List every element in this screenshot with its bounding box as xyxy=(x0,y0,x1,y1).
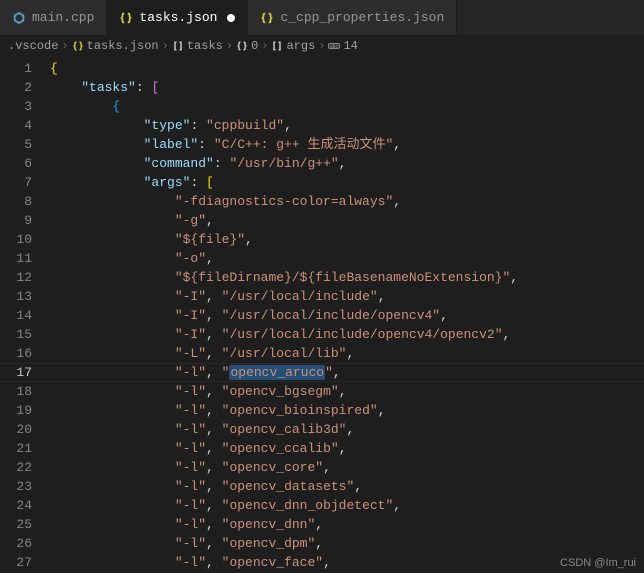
line-number: 25 xyxy=(0,515,32,534)
tab-label: main.cpp xyxy=(32,10,94,25)
code-line[interactable]: "-g", xyxy=(50,211,644,230)
code-line[interactable]: "-I", "/usr/local/include/opencv4", xyxy=(50,306,644,325)
tab-label: tasks.json xyxy=(139,10,217,25)
code-line[interactable]: { xyxy=(50,59,644,78)
watermark: CSDN @Im_rui xyxy=(560,557,636,569)
line-number: 26 xyxy=(0,534,32,553)
chevron-right-icon: › xyxy=(226,39,233,53)
line-number: 17 xyxy=(0,363,32,382)
braces-icon xyxy=(236,40,248,52)
line-number: 10 xyxy=(0,230,32,249)
code-line[interactable]: "-l", "opencv_calib3d", xyxy=(50,420,644,439)
code-line[interactable]: "-I", "/usr/local/include", xyxy=(50,287,644,306)
code-line[interactable]: "-o", xyxy=(50,249,644,268)
code-area[interactable]: { "tasks": [ { "type": "cppbuild", "labe… xyxy=(50,57,644,573)
tab-main-cpp[interactable]: main.cpp xyxy=(0,0,107,35)
line-number: 24 xyxy=(0,496,32,515)
svg-text:abc: abc xyxy=(330,44,338,50)
code-line[interactable]: "-I", "/usr/local/include/opencv4/opencv… xyxy=(50,325,644,344)
breadcrumb-part[interactable]: args xyxy=(286,39,315,53)
chevron-right-icon: › xyxy=(318,39,325,53)
line-number: 20 xyxy=(0,420,32,439)
line-number: 2 xyxy=(0,78,32,97)
line-number: 8 xyxy=(0,192,32,211)
line-number: 3 xyxy=(0,97,32,116)
code-line[interactable]: "-l", "opencv_dnn", xyxy=(50,515,644,534)
code-line[interactable]: "args": [ xyxy=(50,173,644,192)
code-line[interactable]: "-l", "opencv_face", xyxy=(50,553,644,572)
breadcrumb[interactable]: .vscode › tasks.json › tasks › 0 › args … xyxy=(0,35,644,57)
line-number: 6 xyxy=(0,154,32,173)
line-number: 23 xyxy=(0,477,32,496)
line-number: 18 xyxy=(0,382,32,401)
string-icon: abc xyxy=(328,40,340,52)
array-icon xyxy=(172,40,184,52)
gutter: 1234567891011121314151617181920212223242… xyxy=(0,57,50,573)
line-number: 1 xyxy=(0,59,32,78)
line-number: 9 xyxy=(0,211,32,230)
json-braces-icon xyxy=(72,40,84,52)
breadcrumb-part[interactable]: tasks.json xyxy=(87,39,159,53)
chevron-right-icon: › xyxy=(162,39,169,53)
breadcrumb-part[interactable]: 0 xyxy=(251,39,258,53)
code-line[interactable]: "-fdiagnostics-color=always", xyxy=(50,192,644,211)
code-line[interactable]: "-l", "opencv_core", xyxy=(50,458,644,477)
tab-label: c_cpp_properties.json xyxy=(280,10,444,25)
line-number: 12 xyxy=(0,268,32,287)
code-line[interactable]: "tasks": [ xyxy=(50,78,644,97)
code-line[interactable]: "-l", "opencv_dnn_objdetect", xyxy=(50,496,644,515)
line-number: 27 xyxy=(0,553,32,572)
tab-tasks-json[interactable]: tasks.json xyxy=(107,0,248,35)
breadcrumb-part[interactable]: tasks xyxy=(187,39,223,53)
code-editor[interactable]: 1234567891011121314151617181920212223242… xyxy=(0,57,644,573)
code-line[interactable]: "-l", "opencv_bgsegm", xyxy=(50,382,644,401)
line-number: 21 xyxy=(0,439,32,458)
code-line[interactable]: "-l", "opencv_dpm", xyxy=(50,534,644,553)
line-number: 22 xyxy=(0,458,32,477)
line-number: 13 xyxy=(0,287,32,306)
line-number: 7 xyxy=(0,173,32,192)
json-braces-icon xyxy=(119,11,133,25)
code-line[interactable]: { xyxy=(50,97,644,116)
line-number: 19 xyxy=(0,401,32,420)
code-line[interactable]: "-l", "opencv_bioinspired", xyxy=(50,401,644,420)
code-line[interactable]: "command": "/usr/bin/g++", xyxy=(50,154,644,173)
json-braces-icon xyxy=(260,11,274,25)
dirty-indicator-icon xyxy=(227,14,235,22)
chevron-right-icon: › xyxy=(61,39,68,53)
tab-c-cpp-properties[interactable]: c_cpp_properties.json xyxy=(248,0,457,35)
line-number: 16 xyxy=(0,344,32,363)
breadcrumb-part[interactable]: 14 xyxy=(343,39,357,53)
chevron-right-icon: › xyxy=(261,39,268,53)
code-line[interactable]: "-l", "opencv_datasets", xyxy=(50,477,644,496)
line-number: 14 xyxy=(0,306,32,325)
line-number: 5 xyxy=(0,135,32,154)
line-number: 15 xyxy=(0,325,32,344)
code-line[interactable]: "type": "cppbuild", xyxy=(50,116,644,135)
line-number: 11 xyxy=(0,249,32,268)
code-line[interactable]: "-l", "opencv_ccalib", xyxy=(50,439,644,458)
code-line[interactable]: "${fileDirname}/${fileBasenameNoExtensio… xyxy=(50,268,644,287)
code-line[interactable]: "-L", "/usr/local/lib", xyxy=(50,344,644,363)
code-line[interactable]: "label": "C/C++: g++ 生成活动文件", xyxy=(50,135,644,154)
code-line[interactable]: "-l", "opencv_aruco", xyxy=(50,363,644,382)
cpp-icon xyxy=(12,11,26,25)
array-icon xyxy=(271,40,283,52)
line-number: 4 xyxy=(0,116,32,135)
code-line[interactable]: "${file}", xyxy=(50,230,644,249)
tab-bar: main.cpp tasks.json c_cpp_properties.jso… xyxy=(0,0,644,35)
breadcrumb-part[interactable]: .vscode xyxy=(8,39,58,53)
